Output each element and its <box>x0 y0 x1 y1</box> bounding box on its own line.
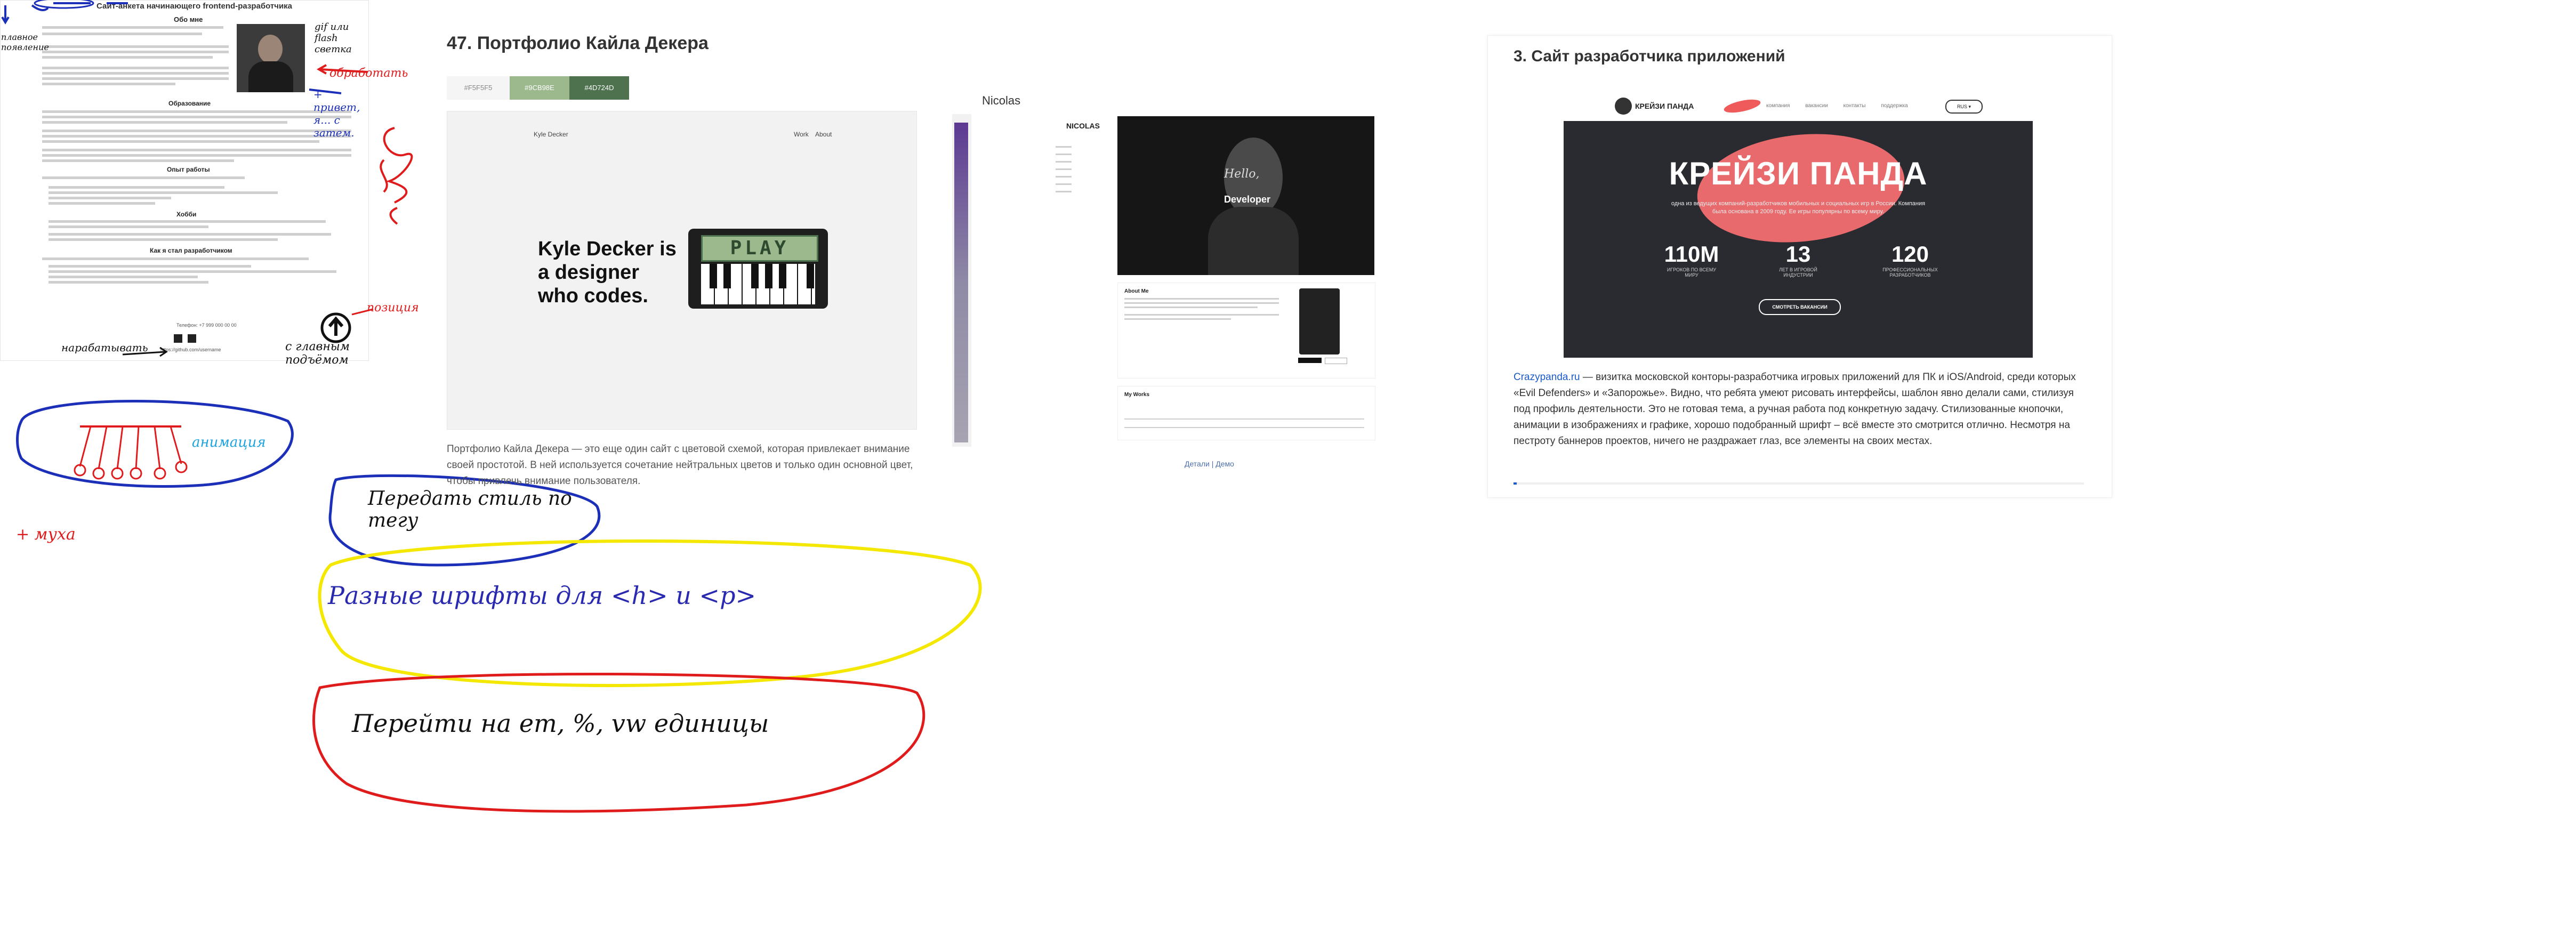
panda-red-stroke <box>1722 96 1762 116</box>
chevron-down-icon: ▾ <box>1968 104 1971 109</box>
piano-keys <box>701 264 815 304</box>
nicolas-role: Developer <box>1224 194 1271 205</box>
color-swatches: #F5F5F5 #9CB98E #4D724D <box>447 76 629 100</box>
kyle-site-preview: Kyle Decker Work About Kyle Decker is a … <box>447 111 917 430</box>
annotation-fly: + муха <box>16 525 76 544</box>
site3-card: 3. Сайт разработчика приложений КРЕЙЗИ П… <box>1487 35 2112 498</box>
stat-value: 110M <box>1664 241 1719 267</box>
annotation-top-left: плавное появление <box>1 32 49 52</box>
play-screen: PLAY <box>701 235 818 262</box>
panda-hero-subtitle: одна из ведущих компаний-разработчиков м… <box>1671 200 1926 215</box>
stat-label: ЛЕТ В ИГРОВОЙ ИНДУСТРИИ <box>1779 267 1817 278</box>
annotation-process: обработать <box>329 67 408 80</box>
panda-stat-2: 13 ЛЕТ В ИГРОВОЙ ИНДУСТРИИ <box>1766 241 1830 278</box>
panda-lang-label: RUS <box>1957 104 1967 109</box>
annotation-animation: анимация <box>192 434 266 450</box>
crazypanda-link[interactable]: Crazypanda.ru <box>1514 372 1580 383</box>
panda-lang-select[interactable]: RUS ▾ <box>1945 100 1983 114</box>
annotation-work: нарабатывать <box>61 341 148 354</box>
stat-label: ИГРОКОВ ПО ВСЕМУ МИРУ <box>1667 267 1717 278</box>
nicolas-brand: NICOLAS <box>1066 122 1100 130</box>
kyle-brand[interactable]: Kyle Decker <box>534 131 568 138</box>
kyle-nav-work[interactable]: Work <box>794 131 809 138</box>
nicolas-about-title: About Me <box>1124 288 1149 294</box>
stat-value: 120 <box>1891 241 1929 267</box>
swatch-3: #4D724D <box>569 76 629 100</box>
annotation-gif: gif или flash светка <box>315 21 352 55</box>
annotation-units: Перейти на em, %, vw единицы <box>352 709 769 738</box>
panda-nav: компания вакансии контакты поддержка <box>1766 103 1908 109</box>
annotation-fonts: Разные шрифты для <h> и <p> <box>328 581 756 610</box>
annotation-style-tag: Передать стиль по тегу <box>368 488 572 531</box>
panda-nav-item[interactable]: вакансии <box>1805 103 1828 109</box>
panda-brand[interactable]: КРЕЙЗИ ПАНДА <box>1635 102 1694 110</box>
stat-label: ПРОФЕССИОНАЛЬНЫХ РАЗРАБОТЧИКОВ <box>1882 267 1938 278</box>
nicolas-about-card: About Me <box>1117 283 1375 378</box>
nicolas-hero: Hello, Developer <box>1117 116 1374 275</box>
annotation-position: позиция <box>367 301 419 315</box>
nicolas-hello: Hello, <box>1224 167 1260 181</box>
nicolas-gradient-bar <box>952 114 971 447</box>
nicolas-works-card: My Works <box>1117 386 1375 440</box>
annotation-main-lift: с главным подъёмом <box>285 340 350 367</box>
panda-nav-item[interactable]: контакты <box>1844 103 1866 109</box>
site3-description: Crazypanda.ru — визитка московской конто… <box>1514 369 2084 449</box>
nicolas-links[interactable]: Детали | Демо <box>1185 460 1234 468</box>
portfolio47-description: Портфолио Кайла Декера — это еще один са… <box>447 444 913 487</box>
nicolas-site-preview: NICOLAS Hello, Developer About Me My Wor… <box>1049 114 1375 444</box>
panda-nav-item[interactable]: компания <box>1766 103 1790 109</box>
swatch-1: #F5F5F5 <box>447 76 510 100</box>
panda-stat-1: 110M ИГРОКОВ ПО ВСЕМУ МИРУ <box>1660 241 1724 278</box>
swatch-2: #9CB98E <box>510 76 569 100</box>
nicolas-works-title: My Works <box>1124 392 1150 398</box>
panda-stat-3: 120 ПРОФЕССИОНАЛЬНЫХ РАЗРАБОТЧИКОВ <box>1873 241 1947 278</box>
site3-scrollbar[interactable] <box>1514 482 2084 485</box>
panda-logo-icon <box>1615 98 1632 115</box>
panda-cta-button[interactable]: СМОТРЕТЬ ВАКАНСИИ <box>1759 299 1841 315</box>
kyle-nav-about[interactable]: About <box>815 131 832 138</box>
kyle-hero-text: Kyle Decker is a designer who codes. <box>538 238 677 307</box>
piano-illustration: PLAY <box>688 229 828 309</box>
panda-nav-item[interactable]: поддержка <box>1881 103 1907 109</box>
panda-hero-title: КРЕЙЗИ ПАНДА <box>1669 156 1928 191</box>
nicolas-label: Nicolas <box>982 94 1021 107</box>
nicolas-contact-button[interactable] <box>1325 358 1347 364</box>
panda-hero: КРЕЙЗИ ПАНДА одна из ведущих компаний-ра… <box>1564 121 2033 358</box>
annotation-hello: + привет, я... с затем. <box>313 88 360 139</box>
site3-description-text: — визитка московской конторы-разработчик… <box>1514 372 2076 447</box>
nicolas-download-button[interactable] <box>1298 358 1322 363</box>
crazypanda-preview: КРЕЙЗИ ПАНДА компания вакансии контакты … <box>1564 91 2033 358</box>
site3-heading: 3. Сайт разработчика приложений <box>1514 47 1785 65</box>
stat-value: 13 <box>1785 241 1811 267</box>
portfolio47-heading: 47. Портфолио Кайла Декера <box>447 33 709 53</box>
